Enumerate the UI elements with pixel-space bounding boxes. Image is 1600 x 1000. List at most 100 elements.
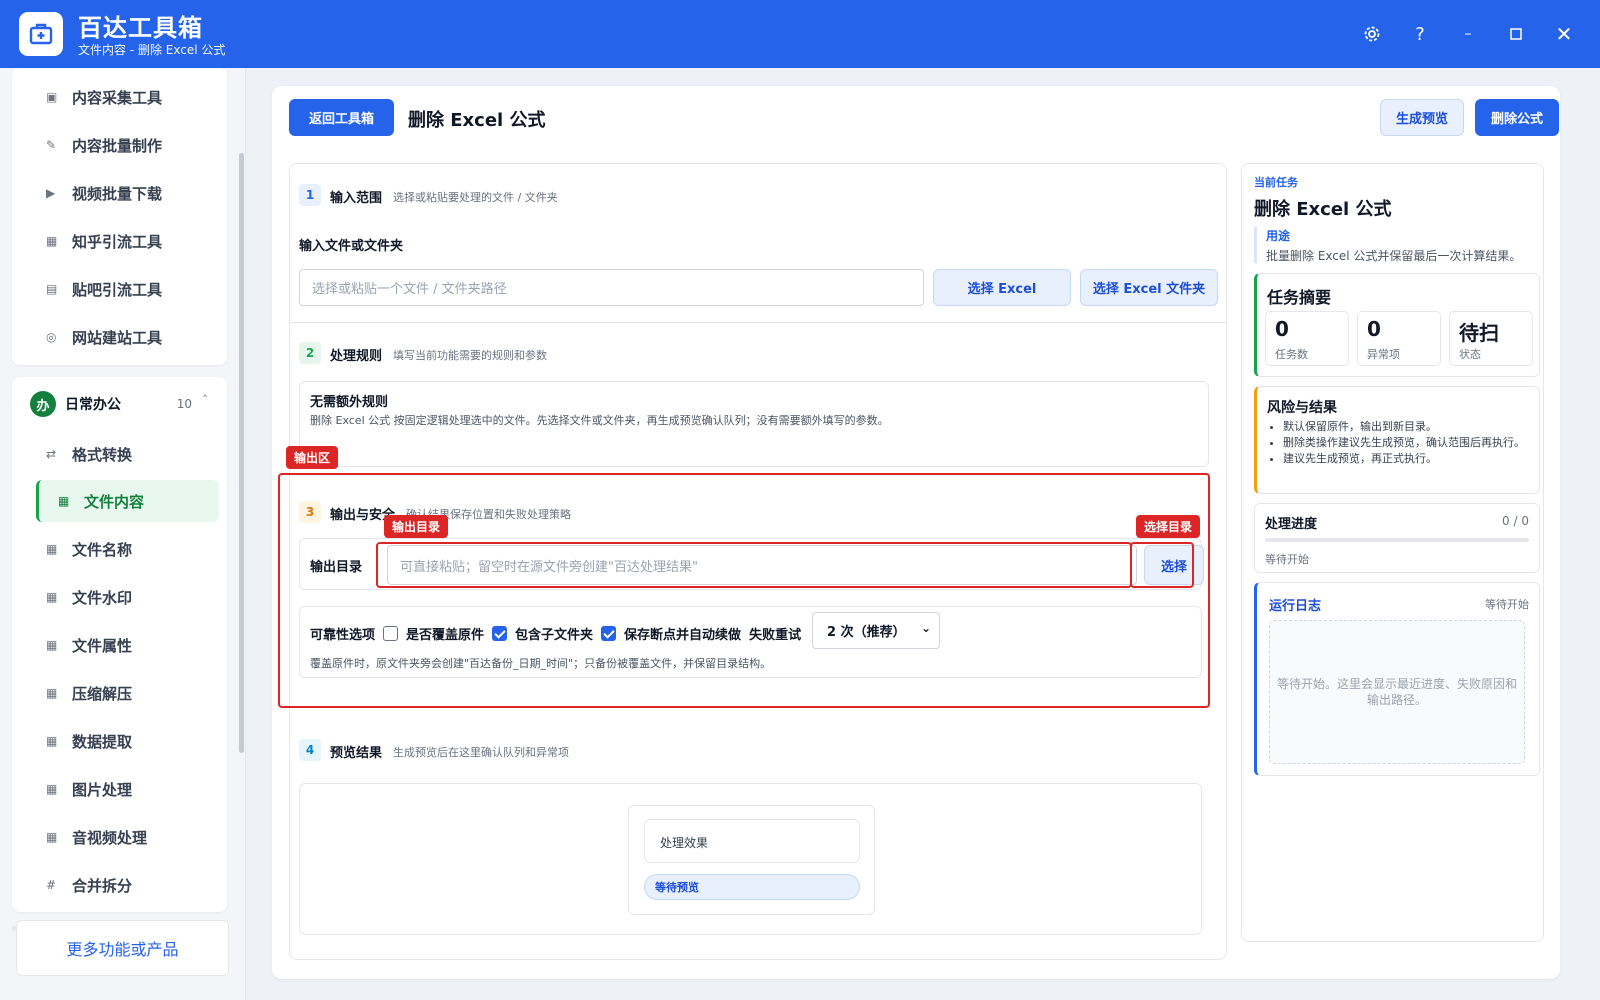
maximize-icon[interactable]	[1502, 20, 1530, 48]
risk-item: 默认保留原件，输出到新目录。	[1283, 419, 1533, 435]
pick-dir-highlight	[1130, 542, 1194, 588]
risk-title: 风险与结果	[1267, 400, 1337, 416]
usage-text: 批量删除 Excel 公式并保留最后一次计算结果。	[1266, 249, 1522, 263]
summary-title: 任务摘要	[1267, 288, 1332, 307]
help-icon[interactable]: ?	[1406, 20, 1434, 48]
sidebar-group-header[interactable]: 办 日常办公 10 ˄	[20, 386, 210, 422]
sidebar-item-label: 压缩解压	[72, 684, 133, 703]
sidebar-item-icon: ▶	[46, 186, 56, 200]
page-title: 删除 Excel 公式	[408, 110, 546, 131]
risk-list: 默认保留原件，输出到新目录。 删除类操作建议先生成预览，确认范围后再执行。 建议…	[1283, 419, 1533, 467]
output-dir-highlight	[376, 542, 1132, 588]
app-logo-icon	[19, 12, 63, 56]
sidebar-item-label: 网站建站工具	[72, 328, 163, 347]
progress-bar	[1265, 538, 1529, 542]
input-field-label: 输入文件或文件夹	[299, 239, 404, 254]
rules-box-text: 删除 Excel 公式 按固定逻辑处理选中的文件。先选择文件或文件夹，再生成预览…	[310, 414, 889, 427]
group-count: 10	[176, 397, 192, 411]
sidebar-item-website[interactable]: ◎ 网站建站工具	[24, 316, 208, 358]
progress-value: 0 / 0	[1502, 514, 1529, 528]
task-title: 删除 Excel 公式	[1254, 199, 1392, 220]
main-panel: 返回工具箱 删除 Excel 公式 生成预览 删除公式 1 输入范围 选择或粘贴…	[272, 86, 1560, 979]
log-status: 等待开始	[1485, 598, 1529, 611]
sidebar-item-icon: ◎	[46, 330, 57, 344]
sidebar-item-label: 合并拆分	[72, 876, 133, 895]
usage-accent-bar	[1254, 227, 1257, 263]
log-output[interactable]: 等待开始。这里会显示最近进度、失败原因和输出路径。	[1269, 620, 1525, 764]
sidebar-item-image[interactable]: ▦ 图片处理	[24, 768, 208, 810]
section-divider	[290, 322, 1226, 323]
risk-item: 建议先生成预览，再正式执行。	[1283, 451, 1533, 467]
generate-preview-button[interactable]: 生成预览	[1380, 99, 1464, 136]
title-bar: 百达工具箱 文件内容 - 删除 Excel 公式 ? – ✕	[0, 0, 1600, 68]
sidebar-item-icon: ▤	[46, 282, 58, 296]
run-log-card: 运行日志 等待开始 等待开始。这里会显示最近进度、失败原因和输出路径。	[1254, 582, 1540, 776]
chevron-up-icon[interactable]: ˄	[203, 393, 209, 406]
sidebar-item-label: 贴吧引流工具	[72, 280, 163, 299]
stat-task-count: 0 任务数	[1265, 311, 1349, 366]
sidebar-item-label: 内容批量制作	[72, 136, 163, 155]
sidebar-item-icon: ▦	[46, 234, 58, 248]
close-icon[interactable]: ✕	[1550, 20, 1578, 48]
sidebar-item-content-collect[interactable]: ▣ 内容采集工具	[24, 76, 208, 118]
preview-area: 处理效果 等待预览	[299, 783, 1202, 935]
task-info-panel: 当前任务 删除 Excel 公式 用途 批量删除 Excel 公式并保留最后一次…	[1241, 163, 1544, 942]
more-products-button[interactable]: 更多功能或产品	[16, 920, 229, 976]
effect-box: 处理效果	[644, 819, 860, 863]
group-badge: 办	[30, 391, 56, 417]
pick-excel-button[interactable]: 选择 Excel	[933, 269, 1071, 306]
sidebar-item-format-convert[interactable]: ⇄ 格式转换	[24, 433, 208, 475]
sidebar-item-label: 文件内容	[84, 492, 145, 511]
stat-label: 状态	[1459, 348, 1481, 361]
section-desc: 填写当前功能需要的规则和参数	[393, 349, 547, 362]
sidebar-item-compress[interactable]: ▦ 压缩解压	[24, 672, 208, 714]
sidebar-item-file-content[interactable]: ▦ 文件内容	[36, 480, 219, 522]
delete-formula-button[interactable]: 删除公式	[1475, 99, 1559, 136]
input-path-field[interactable]: 选择或粘贴一个文件 / 文件夹路径	[299, 269, 924, 306]
pick-excel-folder-button[interactable]: 选择 Excel 文件夹	[1080, 269, 1218, 306]
sidebar-item-icon: #	[46, 878, 57, 892]
sidebar-item-label: 格式转换	[72, 445, 133, 464]
stat-label: 异常项	[1367, 348, 1400, 361]
sidebar-item-merge-split[interactable]: # 合并拆分	[24, 864, 208, 906]
stat-value: 0	[1367, 317, 1381, 341]
section-preview: 4 预览结果 生成预览后在这里确认队列和异常项 处理效果 等待预览	[290, 721, 1226, 959]
sidebar-item-icon: ✎	[46, 138, 57, 152]
sidebar-item-label: 文件属性	[72, 636, 133, 655]
rules-box-title: 无需额外规则	[310, 395, 389, 410]
sidebar-item-file-name[interactable]: ▦ 文件名称	[24, 528, 208, 570]
settings-gear-icon[interactable]	[1358, 20, 1386, 48]
sidebar-item-icon: ▦	[58, 494, 70, 508]
sidebar-item-label: 数据提取	[72, 732, 133, 751]
sidebar-item-av[interactable]: ▦ 音视频处理	[24, 816, 208, 858]
sidebar-item-icon: ▦	[46, 590, 58, 604]
sidebar-item-label: 文件名称	[72, 540, 133, 559]
progress-status: 等待开始	[1265, 553, 1309, 566]
app-subtitle: 文件内容 - 删除 Excel 公式	[78, 43, 226, 57]
sidebar-item-label: 视频批量下载	[72, 184, 163, 203]
sidebar-scrollbar[interactable]	[239, 153, 244, 753]
sidebar-item-label: 内容采集工具	[72, 88, 163, 107]
sidebar-item-tieba[interactable]: ▤ 贴吧引流工具	[24, 268, 208, 310]
sidebar-item-icon: ▣	[46, 90, 58, 104]
sidebar-item-icon: ▦	[46, 638, 58, 652]
log-title: 运行日志	[1269, 599, 1322, 614]
preview-card: 处理效果 等待预览	[628, 805, 875, 915]
sidebar-item-label: 图片处理	[72, 780, 133, 799]
sidebar-item-data-extract[interactable]: ▦ 数据提取	[24, 720, 208, 762]
sidebar-item-zhihu[interactable]: ▦ 知乎引流工具	[24, 220, 208, 262]
section-rules: 2 处理规则 填写当前功能需要的规则和参数 无需额外规则 删除 Excel 公式…	[290, 324, 1226, 472]
sidebar-item-icon: ▦	[46, 686, 58, 700]
sidebar-item-icon: ▦	[46, 734, 58, 748]
stat-exceptions: 0 异常项	[1357, 311, 1441, 366]
back-button[interactable]: 返回工具箱	[289, 99, 394, 136]
sidebar-item-file-props[interactable]: ▦ 文件属性	[24, 624, 208, 666]
sidebar-item-video-download[interactable]: ▶ 视频批量下载	[24, 172, 208, 214]
section-number: 1	[299, 184, 321, 206]
output-area-highlight	[278, 473, 1210, 708]
sidebar-item-batch-make[interactable]: ✎ 内容批量制作	[24, 124, 208, 166]
minimize-icon[interactable]: –	[1454, 20, 1482, 48]
sidebar-item-watermark[interactable]: ▦ 文件水印	[24, 576, 208, 618]
pick-dir-tag: 选择目录	[1136, 515, 1201, 538]
rules-info-box: 无需额外规则 删除 Excel 公式 按固定逻辑处理选中的文件。先选择文件或文件…	[299, 381, 1209, 467]
